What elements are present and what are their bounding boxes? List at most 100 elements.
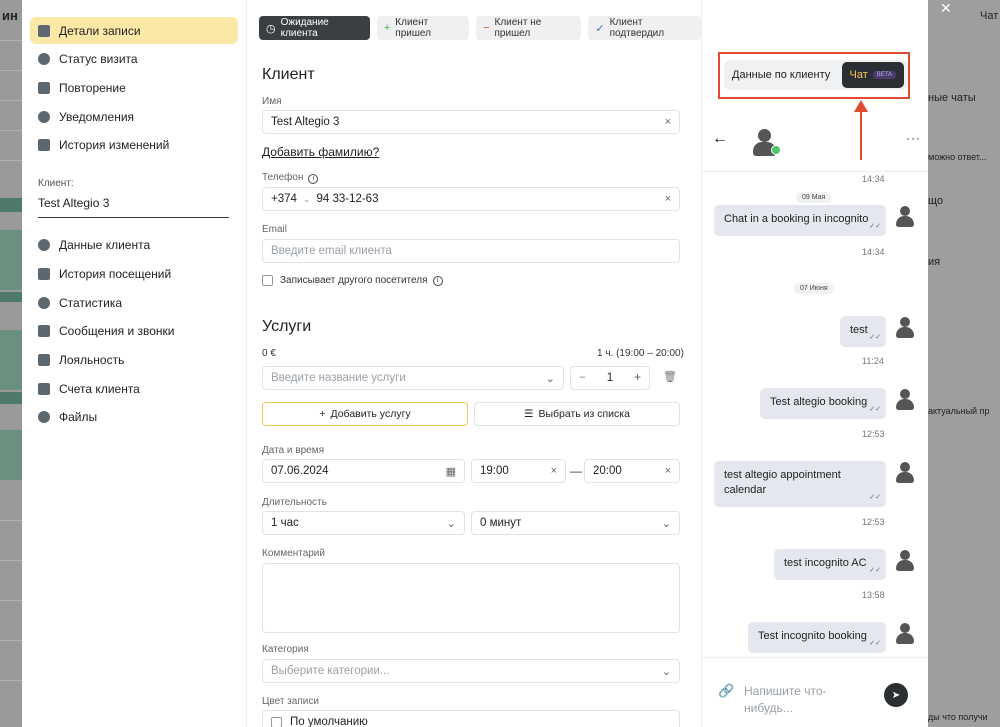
plus-button[interactable]: +	[634, 372, 641, 384]
clear-icon[interactable]: ×	[665, 465, 671, 477]
date-value: 07.06.2024	[271, 465, 329, 477]
chevron-down-icon[interactable]: ⌄	[662, 517, 671, 530]
message-time: 14:34	[862, 174, 885, 184]
back-arrow-icon[interactable]: ←	[712, 130, 728, 148]
send-icon[interactable]: ➤	[884, 683, 908, 707]
chevron-down-icon[interactable]: ⌄	[546, 372, 555, 385]
close-icon[interactable]: ✕	[940, 0, 952, 17]
email-field[interactable]: Введите email клиента	[262, 239, 680, 263]
check-icon: ✓✓	[869, 567, 881, 574]
more-icon[interactable]: ···	[906, 131, 921, 145]
background-text: Чат	[980, 10, 999, 22]
other-visitor-label: Записывает другого посетителя	[280, 275, 428, 286]
calendar-icon[interactable]: ▦	[446, 465, 456, 478]
category-label: Категория	[262, 644, 309, 655]
sidebar-item-client-data[interactable]: Данные клиента	[30, 231, 238, 258]
duration-minutes-select[interactable]: 0 минут ⌄	[471, 511, 680, 535]
color-select[interactable]: По умолчанию	[262, 710, 680, 727]
message-text: test	[850, 324, 868, 336]
services-section-title: Услуги	[262, 318, 312, 335]
duration-minutes-value: 0 минут	[480, 517, 522, 529]
status-waiting-button[interactable]: ◷ Ожидание клиента	[259, 16, 370, 40]
comment-label: Комментарий	[262, 548, 325, 559]
status-arrived-button[interactable]: + Клиент пришел	[376, 16, 470, 40]
booking-modal: Детали записи Статус визита Повторение У…	[22, 0, 928, 727]
sidebar-item-status[interactable]: Статус визита	[30, 45, 238, 72]
sidebar-item-repeat[interactable]: Повторение	[30, 74, 238, 101]
chevron-down-icon[interactable]: ⌄	[447, 517, 456, 530]
message-text: test incognito AC	[784, 557, 867, 569]
services-duration: 1 ч. (19:00 – 20:00)	[597, 348, 684, 359]
sidebar-item-history[interactable]: История изменений	[30, 131, 238, 158]
attach-icon[interactable]: 🔗	[718, 683, 734, 699]
status-label: Клиент подтвердил	[609, 17, 665, 39]
client-label: Клиент:	[38, 178, 74, 189]
minus-button[interactable]: −	[579, 372, 586, 384]
sidebar-item-label: Файлы	[59, 409, 98, 424]
sidebar-item-label: Повторение	[59, 80, 126, 95]
sidebar-item-details[interactable]: Детали записи	[30, 17, 238, 44]
sidebar-item-statistics[interactable]: Статистика	[30, 289, 238, 316]
message-text: test altegio appointment calendar	[724, 469, 841, 496]
client-name: Test Altegio 3	[38, 196, 110, 210]
message-text: Chat in a booking in incognito	[724, 213, 869, 225]
sidebar-item-accounts[interactable]: Счета клиента	[30, 375, 238, 402]
chat-header	[702, 110, 928, 172]
checkbox[interactable]	[262, 275, 273, 286]
color-value: По умолчанию	[290, 716, 368, 727]
quantity-stepper[interactable]: − 1 +	[570, 366, 650, 390]
status-label: Клиент не пришел	[494, 17, 542, 39]
add-surname-link[interactable]: Добавить фамилию?	[262, 145, 379, 159]
avatar	[894, 388, 916, 410]
phone-field[interactable]: +374 ⌄ 94 33-12-63 ×	[262, 187, 680, 211]
choose-from-list-button[interactable]: ☰ Выбрать из списка	[474, 402, 680, 426]
date-separator: 09 Мая	[796, 192, 832, 203]
background-text: ды что получи	[928, 712, 988, 722]
info-icon: i	[432, 275, 443, 286]
message-bubble: Chat in a booking in incognito ✓✓	[714, 205, 886, 236]
phone-code[interactable]: +374	[271, 193, 297, 205]
status-no-show-button[interactable]: − Клиент не пришел	[476, 16, 582, 40]
clock-icon	[38, 52, 50, 65]
add-service-button[interactable]: + Добавить услугу	[262, 402, 468, 426]
service-search-input[interactable]: Введите название услуги ⌄	[262, 366, 564, 390]
sidebar: Детали записи Статус визита Повторение У…	[22, 0, 246, 727]
message-text: Test incognito booking	[758, 630, 867, 642]
duration-hours-select[interactable]: 1 час ⌄	[262, 511, 465, 535]
service-placeholder: Введите название услуги	[271, 372, 406, 384]
email-placeholder: Введите email клиента	[271, 245, 392, 257]
status-label: Ожидание клиента	[280, 17, 329, 39]
sidebar-item-label: Данные клиента	[59, 237, 151, 252]
clear-icon[interactable]: ×	[665, 116, 671, 128]
message-input[interactable]: Напишите что-нибудь...	[744, 683, 854, 717]
trash-icon[interactable]: 🗑	[663, 370, 677, 383]
message-time: 12:53	[862, 517, 885, 527]
sidebar-item-messages[interactable]: Сообщения и звонки	[30, 317, 238, 344]
card-icon	[38, 353, 50, 366]
chevron-down-icon[interactable]: ⌄	[662, 665, 671, 678]
comment-textarea[interactable]	[262, 563, 680, 633]
clear-icon[interactable]: ×	[551, 465, 557, 477]
chevron-down-icon[interactable]: ⌄	[303, 194, 311, 205]
category-select[interactable]: Выберите категории... ⌄	[262, 659, 680, 683]
background-left-text: ин	[2, 8, 18, 23]
sidebar-item-visit-history[interactable]: История посещений	[30, 260, 238, 287]
sidebar-item-notifications[interactable]: Уведомления	[30, 103, 238, 130]
other-visitor-checkbox[interactable]: Записывает другого посетителя i	[262, 275, 443, 286]
plus-icon: +	[319, 408, 326, 420]
end-time-field[interactable]: 20:00 ×	[584, 459, 680, 483]
sidebar-item-loyalty[interactable]: Лояльность	[30, 346, 238, 373]
date-field[interactable]: 07.06.2024 ▦	[262, 459, 465, 483]
sidebar-item-label: История изменений	[59, 137, 170, 152]
plus-icon: +	[383, 22, 391, 34]
datetime-label: Дата и время	[262, 445, 325, 456]
list-icon	[38, 267, 50, 280]
start-time-field[interactable]: 19:00 ×	[471, 459, 566, 483]
sidebar-item-files[interactable]: Файлы	[30, 403, 238, 430]
name-field[interactable]: Test Altegio 3 ×	[262, 110, 680, 134]
status-confirmed-button[interactable]: ✓ Клиент подтвердил	[588, 16, 702, 40]
background-text: що	[928, 195, 944, 207]
message-bubble: Test altegio booking ✓✓	[760, 388, 886, 419]
clear-icon[interactable]: ×	[665, 193, 671, 205]
check-icon: ✓✓	[869, 406, 881, 413]
